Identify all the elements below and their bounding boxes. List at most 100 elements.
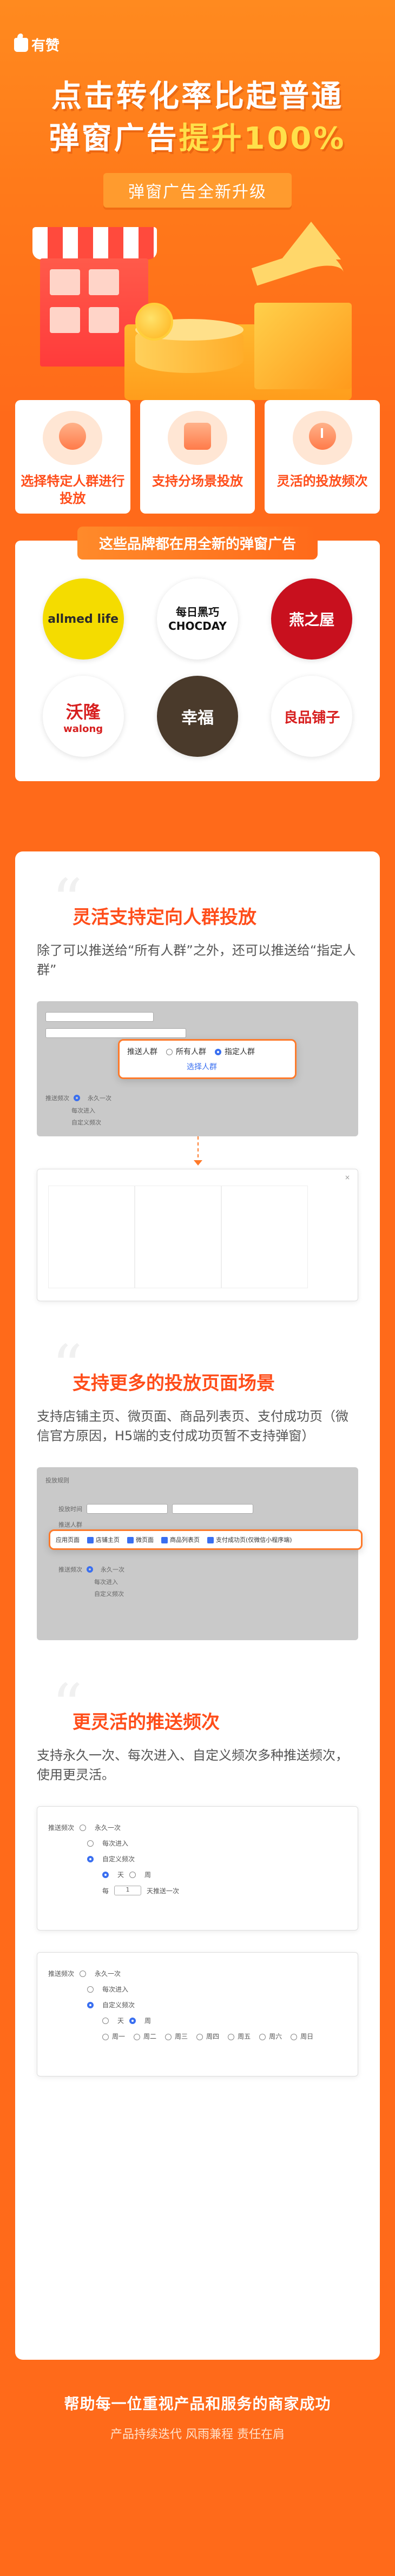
radio-checked-icon[interactable] <box>129 2017 136 2024</box>
checkbox-checked-icon <box>127 1537 134 1543</box>
radio-checked-icon[interactable] <box>87 2001 94 2008</box>
brand-logo[interactable]: 有赞 <box>14 35 60 55</box>
selector-column <box>221 1186 308 1288</box>
page-option[interactable]: 微页面 <box>127 1535 154 1544</box>
option-specific[interactable]: 指定人群 <box>215 1046 255 1057</box>
radio-icon[interactable] <box>87 1986 94 1993</box>
option-all[interactable]: 所有人群 <box>166 1046 206 1057</box>
hero-subtitle: 弹窗广告全新升级 <box>103 173 292 208</box>
freq-row: 推送频次 永久一次 <box>37 1966 358 1981</box>
radio-icon[interactable] <box>80 1824 87 1831</box>
date-input[interactable] <box>172 1504 253 1514</box>
targeting-screenshot: 推送人群 所有人群 指定人群 选择人群 推送频次 永久一次 每次进入 自定义频次 <box>37 1001 358 1136</box>
mock-row: 投放规则 <box>37 1467 358 1488</box>
freq-row: 推送频次 永久一次 <box>37 1820 358 1835</box>
brand-logo-chocday: 每日黑巧 CHOCDAY <box>156 578 238 660</box>
radio-checked-icon[interactable] <box>87 1855 94 1862</box>
cube-illustration <box>254 303 352 389</box>
freq-option: 永久一次 <box>101 1566 124 1573</box>
shop-window <box>89 269 119 295</box>
send-people-label: 推送人群 <box>127 1048 157 1056</box>
weekday-option[interactable]: 周四 <box>196 2032 219 2041</box>
feature-details: “ 灵活支持定向人群投放 除了可以推送给“所有人群”之外，还可以推送给“指定人群… <box>15 851 380 2360</box>
brand-logo-walong: 沃隆 walong <box>42 676 124 757</box>
freq-row: 自定义频次 <box>85 1586 133 1601</box>
shop-awning <box>32 227 157 259</box>
radio-icon[interactable] <box>80 1970 87 1977</box>
checkbox-icon <box>102 2033 109 2040</box>
people-selector-dialog: × <box>37 1169 358 1301</box>
footer-slogan: 帮助每一位重视产品和服务的商家成功 <box>64 2395 331 2413</box>
page-option-label: 商品列表页 <box>170 1536 200 1543</box>
radio-icon[interactable] <box>129 1871 136 1878</box>
weekday-label: 周四 <box>206 2033 220 2040</box>
feature-card: 灵活的投放频次 <box>265 400 380 514</box>
checkbox-checked-icon <box>87 1537 94 1543</box>
page-option-label: 微页面 <box>136 1536 154 1543</box>
page: 有赞 点击转化率比起普通 弹窗广告提升100% 弹窗广告全新升级 选择特定人群进… <box>0 0 395 2576</box>
selector-column <box>135 1186 221 1288</box>
brand-line: 幸福 <box>181 709 214 728</box>
freq-row: 天周 <box>37 2013 358 2028</box>
days-input[interactable]: 1 <box>114 1886 142 1895</box>
freq-row: 自定义频次 <box>63 1115 110 1130</box>
mock-header: 投放规则 <box>45 1477 69 1484</box>
weekday-option[interactable]: 周六 <box>259 2032 282 2041</box>
hero-title-line1: 点击转化率比起普通 <box>51 79 344 114</box>
weekday-label: 周五 <box>238 2033 251 2040</box>
brand-line: CHOCDAY <box>168 620 227 633</box>
pages-screenshot: 投放规则 投放时间 推送人群 应用页面 店铺主页 微页面 商品列表页 支付成功页… <box>37 1467 363 1640</box>
option-label: 指定人群 <box>225 1048 255 1056</box>
feature-label: 支持分场景投放 <box>152 474 243 489</box>
radio-checked-icon[interactable] <box>74 1095 80 1101</box>
checkbox-icon <box>259 2033 266 2040</box>
section-targeting: “ 灵活支持定向人群投放 除了可以推送给“所有人群”之外，还可以推送给“指定人群… <box>37 851 358 1301</box>
thumbs-up-icon <box>14 37 28 52</box>
checkbox-icon <box>196 2033 203 2040</box>
section-title: 支持更多的投放页面场景 <box>73 1373 275 1394</box>
freq-label: 推送频次 <box>58 1566 82 1573</box>
section-desc: 支持永久一次、每次进入、自定义频次多种推送频次，使用更灵活。 <box>37 1748 348 1782</box>
date-input[interactable] <box>87 1504 168 1514</box>
page-option[interactable]: 商品列表页 <box>161 1535 200 1544</box>
freq-option: 自定义频次 <box>102 2001 135 2009</box>
close-icon[interactable]: × <box>345 1174 350 1181</box>
freq-row: 自定义频次 <box>37 1997 358 2013</box>
select-people-link[interactable]: 选择人群 <box>187 1061 287 1072</box>
feature-label: 灵活的投放频次 <box>276 474 368 489</box>
unit-label: 天 <box>117 1871 124 1879</box>
section-desc: 除了可以推送给“所有人群”之外，还可以推送给“指定人群” <box>37 943 356 977</box>
freq-option: 永久一次 <box>95 1970 121 1978</box>
checkbox-icon <box>228 2033 235 2040</box>
page-option[interactable]: 店铺主页 <box>87 1535 120 1544</box>
brand-line: 燕之屋 <box>289 611 335 629</box>
brand-logo-allmed: allmed life <box>42 578 124 660</box>
weekday-option[interactable]: 周一 <box>102 2032 125 2041</box>
feature-list: 选择特定人群进行投放 支持分场景投放 灵活的投放频次 <box>0 400 395 514</box>
freq-option: 自定义频次 <box>71 1119 101 1126</box>
shop-window <box>50 269 80 295</box>
option-label: 所有人群 <box>176 1048 206 1056</box>
radio-icon[interactable] <box>102 2017 109 2024</box>
freq-option: 每次进入 <box>71 1107 95 1114</box>
weekday-option[interactable]: 周日 <box>291 2032 313 2041</box>
feature-card: 选择特定人群进行投放 <box>15 400 130 514</box>
tail-label: 天推送一次 <box>147 1887 180 1895</box>
page-option[interactable]: 支付成功页(仅微信小程序端) <box>207 1535 292 1544</box>
weekday-option[interactable]: 周五 <box>228 2032 251 2041</box>
footer: 帮助每一位重视产品和服务的商家成功 产品持续迭代 风雨兼程 责任在肩 <box>0 2360 395 2576</box>
freq-option: 每次进入 <box>94 1579 118 1586</box>
radio-checked-icon[interactable] <box>102 1871 109 1878</box>
user-icon <box>43 411 103 465</box>
radio-checked-icon[interactable] <box>87 1566 93 1573</box>
weekday-option[interactable]: 周三 <box>165 2032 188 2041</box>
shop-window <box>50 307 80 333</box>
freq-label: 推送频次 <box>48 1970 75 1978</box>
brand-name: 有赞 <box>31 38 60 54</box>
weekday-option[interactable]: 周二 <box>134 2032 156 2041</box>
freq-label: 推送频次 <box>45 1095 69 1102</box>
coin-icon <box>135 303 173 341</box>
radio-icon[interactable] <box>87 1840 94 1847</box>
hero-title-highlight: 提升100% <box>179 121 346 156</box>
page-label: 应用页面 <box>56 1536 80 1543</box>
